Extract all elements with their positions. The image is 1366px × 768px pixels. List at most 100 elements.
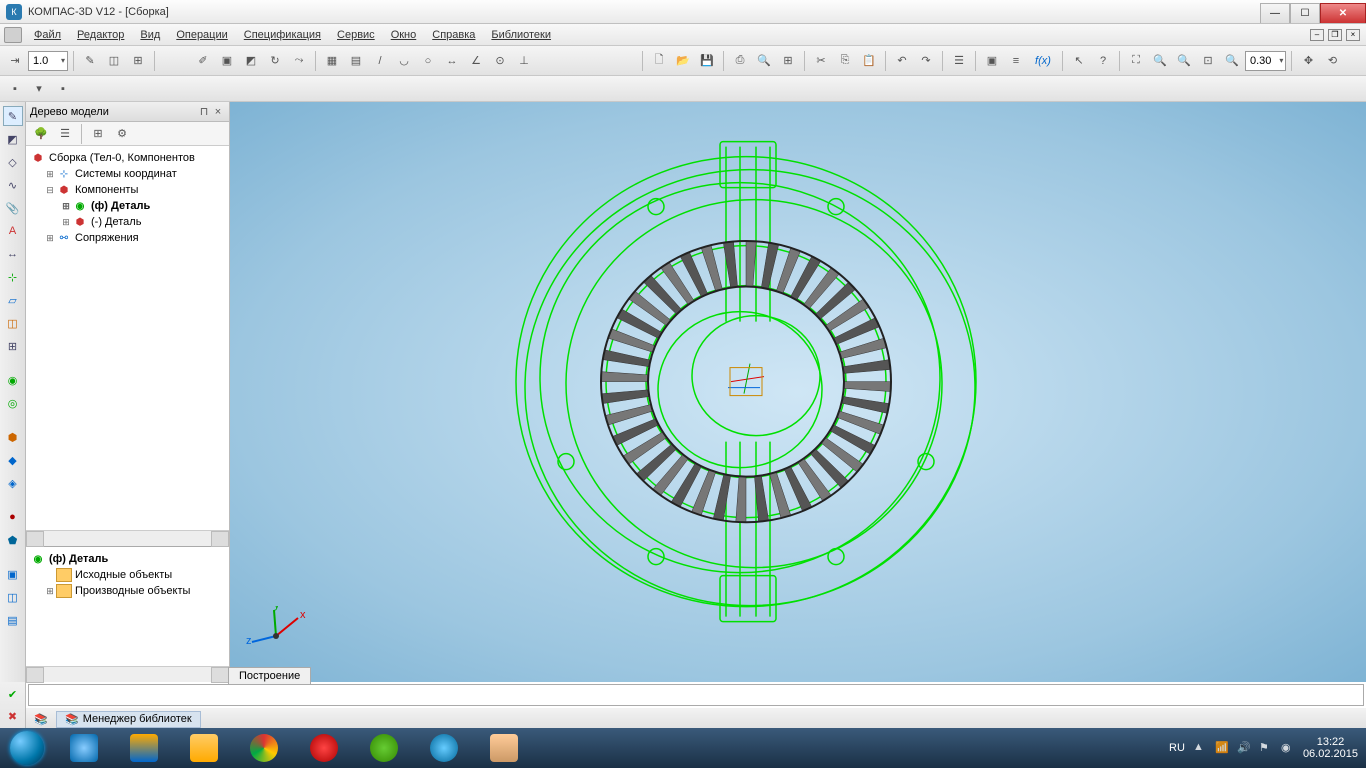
- cut-clip-icon[interactable]: ✂: [810, 50, 832, 72]
- taskbar-mediaplayer[interactable]: [115, 729, 173, 767]
- extrude-icon[interactable]: ▣: [216, 50, 238, 72]
- paste-icon[interactable]: 📋: [858, 50, 880, 72]
- vtool-r2-icon[interactable]: ⬟: [3, 530, 23, 550]
- copy-icon[interactable]: ⎘: [834, 50, 856, 72]
- print-icon[interactable]: ⎙: [729, 50, 751, 72]
- sweep-icon[interactable]: ⤳: [288, 50, 310, 72]
- viewport-tab[interactable]: Построение: [228, 667, 311, 684]
- vtool-attach-icon[interactable]: 📎: [3, 198, 23, 218]
- menu-file[interactable]: Файл: [26, 26, 69, 44]
- taskbar-paint[interactable]: [475, 729, 533, 767]
- taskbar-chrome[interactable]: [235, 729, 293, 767]
- pin-icon[interactable]: ⊓: [197, 105, 211, 118]
- properties-input[interactable]: [28, 684, 1364, 706]
- menu-operations[interactable]: Операции: [168, 26, 235, 44]
- tree-expand-icon[interactable]: ⊞: [87, 123, 109, 145]
- zoom-combo-icon[interactable]: 🔍: [1221, 50, 1243, 72]
- cut-icon[interactable]: ◩: [240, 50, 262, 72]
- model-tree[interactable]: ⬢Сборка (Тел-0, Компонентов ⊞⊹Системы ко…: [26, 146, 229, 530]
- vtool-axis-icon[interactable]: ⊹: [3, 267, 23, 287]
- tb2-2-icon[interactable]: ▾: [28, 78, 50, 100]
- clock[interactable]: 13:22 06.02.2015: [1303, 736, 1358, 760]
- fx-button[interactable]: f(x): [1029, 50, 1057, 72]
- save-icon[interactable]: 💾: [696, 50, 718, 72]
- layers-icon[interactable]: ☰: [948, 50, 970, 72]
- vtool-b2-icon[interactable]: ◫: [3, 587, 23, 607]
- taskbar-opera[interactable]: [295, 729, 353, 767]
- vtool-r1-icon[interactable]: ●: [3, 507, 23, 527]
- menu-view[interactable]: Вид: [132, 26, 168, 44]
- tray-app-icon[interactable]: ◉: [1281, 741, 1295, 755]
- vtool-b3-icon[interactable]: ▤: [3, 610, 23, 630]
- vtool-part-icon[interactable]: ◩: [3, 129, 23, 149]
- zoom-combo[interactable]: 0.30: [1245, 51, 1286, 71]
- tree-filter-icon[interactable]: ☰: [54, 123, 76, 145]
- variables-icon[interactable]: ≡: [1005, 50, 1027, 72]
- tree-config-icon[interactable]: ⚙: [111, 123, 133, 145]
- zoom-fit-icon[interactable]: ⛶: [1125, 50, 1147, 72]
- taskbar-ie[interactable]: [55, 729, 113, 767]
- line-icon[interactable]: /: [369, 50, 391, 72]
- tree-mates[interactable]: ⊞⚯Сопряжения: [28, 230, 227, 246]
- tray-action-icon[interactable]: ⚑: [1259, 741, 1273, 755]
- start-button[interactable]: [0, 728, 54, 768]
- prop-apply-icon[interactable]: ✔: [3, 685, 23, 704]
- detail-tree[interactable]: ◉(ф) Деталь Исходные объекты ⊞Производны…: [26, 546, 229, 666]
- close-button[interactable]: [1320, 3, 1366, 23]
- tool-1-icon[interactable]: ✎: [79, 50, 101, 72]
- undo-icon[interactable]: ↶: [891, 50, 913, 72]
- vtool-o1-icon[interactable]: ⬢: [3, 427, 23, 447]
- menu-editor[interactable]: Редактор: [69, 26, 132, 44]
- tree-detail-2[interactable]: ⊞⬢(-) Деталь: [28, 214, 227, 230]
- dtree-source[interactable]: Исходные объекты: [28, 567, 227, 583]
- dtree-hscroll[interactable]: [26, 666, 229, 682]
- vtool-plane-icon[interactable]: ▱: [3, 290, 23, 310]
- tray-sound-icon[interactable]: 🔊: [1237, 741, 1251, 755]
- snap-icon[interactable]: ⊙: [489, 50, 511, 72]
- new-doc-icon[interactable]: [4, 27, 22, 43]
- mdi-minimize-icon[interactable]: –: [1310, 29, 1324, 41]
- tree-display-icon[interactable]: 🌳: [30, 123, 52, 145]
- minimize-button[interactable]: —: [1260, 3, 1290, 23]
- vtool-g1-icon[interactable]: ◉: [3, 370, 23, 390]
- vtool-g2-icon[interactable]: ◎: [3, 393, 23, 413]
- dtree-root[interactable]: ◉(ф) Деталь: [28, 551, 227, 567]
- vtool-text-icon[interactable]: A: [3, 221, 23, 241]
- new-icon[interactable]: 🗋: [648, 50, 670, 72]
- prop-cancel-icon[interactable]: ✖: [3, 707, 23, 726]
- grid-icon[interactable]: ▤: [345, 50, 367, 72]
- tb2-1-icon[interactable]: ▪: [4, 78, 26, 100]
- vtool-b1-icon[interactable]: ▣: [3, 564, 23, 584]
- angle-icon[interactable]: ∠: [465, 50, 487, 72]
- taskbar-explorer[interactable]: [175, 729, 233, 767]
- menu-service[interactable]: Сервис: [329, 26, 383, 44]
- vtool-array-icon[interactable]: ⊞: [3, 336, 23, 356]
- vtool-o3-icon[interactable]: ◈: [3, 473, 23, 493]
- help-icon[interactable]: ?: [1092, 50, 1114, 72]
- zoom-box-icon[interactable]: ⊡: [1197, 50, 1219, 72]
- zoom-out-icon[interactable]: 🔍: [1173, 50, 1195, 72]
- step-icon[interactable]: ⇥: [4, 50, 26, 72]
- tree-detail-1[interactable]: ⊞◉(ф) Деталь: [28, 198, 227, 214]
- pan-icon[interactable]: ✥: [1297, 50, 1319, 72]
- menu-window[interactable]: Окно: [383, 26, 425, 44]
- mdi-close-icon[interactable]: ×: [1346, 29, 1360, 41]
- tree-hscroll[interactable]: [26, 530, 229, 546]
- vtool-dim-icon[interactable]: ↔: [3, 244, 23, 264]
- menu-libraries[interactable]: Библиотеки: [483, 26, 559, 44]
- select-icon[interactable]: ↖: [1068, 50, 1090, 72]
- vtool-o2-icon[interactable]: ◆: [3, 450, 23, 470]
- properties-icon[interactable]: ▣: [981, 50, 1003, 72]
- vtool-curve-icon[interactable]: ∿: [3, 175, 23, 195]
- step-combo[interactable]: 1.0: [28, 51, 68, 71]
- tangent-icon[interactable]: ⊥: [513, 50, 535, 72]
- dtree-derived[interactable]: ⊞Производные объекты: [28, 583, 227, 599]
- rotate-icon[interactable]: ⟲: [1321, 50, 1343, 72]
- pattern-icon[interactable]: ▦: [321, 50, 343, 72]
- zoom-in-icon[interactable]: 🔍: [1149, 50, 1171, 72]
- menu-help[interactable]: Справка: [424, 26, 483, 44]
- vtool-edit-icon[interactable]: ✎: [3, 106, 23, 126]
- redo-icon[interactable]: ↷: [915, 50, 937, 72]
- preview-icon[interactable]: 🔍: [753, 50, 775, 72]
- mdi-restore-icon[interactable]: ❐: [1328, 29, 1342, 41]
